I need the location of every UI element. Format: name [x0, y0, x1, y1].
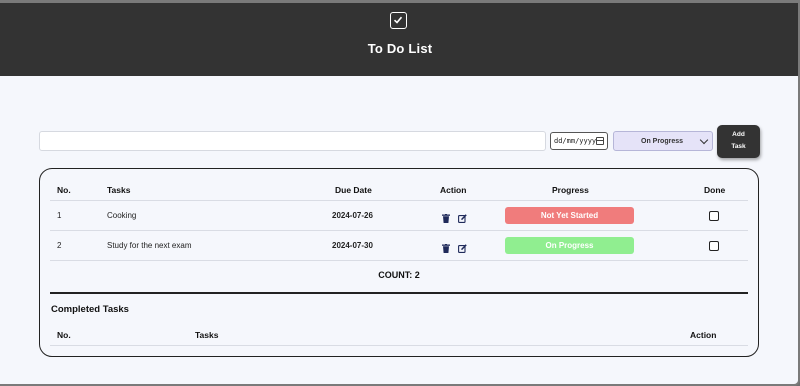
row-divider: [50, 200, 748, 201]
progress-badge[interactable]: Not Yet Started: [505, 207, 634, 224]
completed-col-header-tasks: Tasks: [195, 330, 219, 340]
task-input[interactable]: [39, 131, 546, 151]
col-header-done: Done: [704, 185, 726, 195]
completed-col-header-no: No.: [57, 330, 71, 340]
page-title: To Do List: [367, 41, 433, 56]
edit-icon[interactable]: [458, 240, 467, 258]
section-divider: [50, 292, 748, 294]
date-placeholder: dd/mm/yyyy: [554, 137, 597, 145]
row-divider: [50, 230, 748, 231]
add-task-label-line1: Add: [732, 131, 745, 138]
app-window: To Do List dd/mm/yyyy On Progress Add Ta…: [0, 0, 800, 386]
done-checkbox[interactable]: [709, 241, 719, 251]
status-select[interactable]: On Progress: [613, 131, 713, 151]
trash-icon[interactable]: [442, 210, 450, 228]
chevron-down-icon: [699, 135, 709, 145]
completed-col-header-action: Action: [690, 330, 717, 340]
task-due-date: 2024-07-26: [332, 211, 373, 220]
edit-icon[interactable]: [458, 210, 467, 228]
app-header: To Do List: [0, 0, 798, 76]
row-divider: [50, 260, 748, 261]
task-count: COUNT: 2: [378, 270, 420, 280]
task-no: 2: [57, 241, 62, 250]
calendar-icon[interactable]: [596, 137, 604, 145]
col-header-due-date: Due Date: [335, 185, 372, 195]
done-checkbox[interactable]: [709, 211, 719, 221]
add-task-label-line2: Task: [731, 143, 746, 150]
col-header-action: Action: [440, 185, 467, 195]
col-header-no: No.: [57, 185, 71, 195]
task-no: 1: [57, 211, 62, 220]
trash-icon[interactable]: [442, 240, 450, 258]
row-divider: [50, 345, 748, 346]
add-task-button[interactable]: Add Task: [717, 125, 760, 158]
progress-badge[interactable]: On Progress: [505, 237, 634, 254]
col-header-tasks: Tasks: [107, 185, 131, 195]
status-select-value: On Progress: [641, 137, 684, 145]
task-due-date: 2024-07-30: [332, 241, 373, 250]
task-name: Cooking: [107, 211, 137, 220]
completed-tasks-title: Completed Tasks: [51, 304, 129, 315]
due-date-input[interactable]: dd/mm/yyyy: [550, 132, 608, 150]
col-header-progress: Progress: [552, 185, 589, 195]
tasks-card: No. Tasks Due Date Action Progress Done …: [39, 168, 759, 357]
check-square-icon: [390, 12, 407, 29]
task-name: Study for the next exam: [107, 241, 192, 250]
